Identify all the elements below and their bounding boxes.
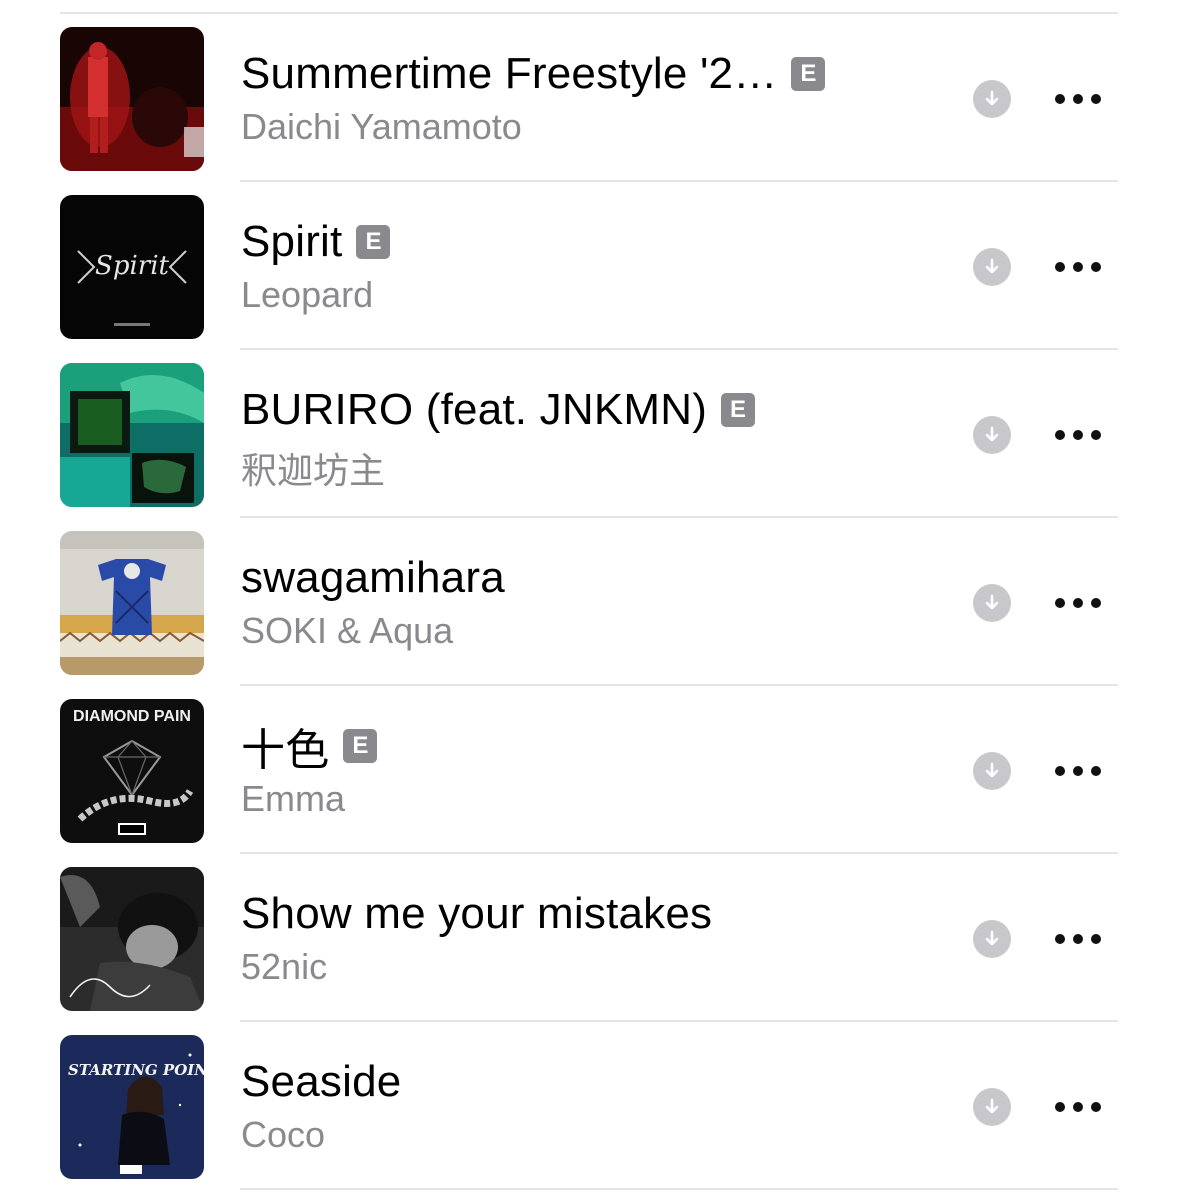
ellipsis-icon (1055, 430, 1101, 440)
track-artist: 52nic (241, 946, 328, 987)
track-title: Show me your mistakes (241, 889, 713, 938)
ellipsis-icon (1055, 598, 1101, 608)
album-artwork[interactable]: Spirit (60, 195, 204, 339)
download-button[interactable] (973, 584, 1011, 622)
explicit-badge: E (356, 225, 391, 259)
album-artwork[interactable] (60, 867, 204, 1011)
more-options-button[interactable] (1050, 252, 1106, 282)
download-arrow-icon (985, 594, 999, 610)
ellipsis-icon (1055, 94, 1101, 104)
explicit-badge: E (343, 729, 378, 763)
more-options-button[interactable] (1050, 588, 1106, 618)
ellipsis-icon (1055, 262, 1101, 272)
track-artist: SOKI & Aqua (241, 610, 454, 651)
row-divider (240, 1188, 1118, 1190)
track-list: Summertime Freestyle '2… E Daichi Yamamo… (0, 14, 1178, 1190)
track-title: swagamihara (241, 553, 505, 602)
album-artwork[interactable] (60, 363, 204, 507)
ellipsis-icon (1055, 934, 1101, 944)
download-button[interactable] (973, 416, 1011, 454)
album-artwork[interactable] (60, 27, 204, 171)
more-options-button[interactable] (1050, 1092, 1106, 1122)
track-artist: Daichi Yamamoto (241, 106, 522, 147)
track-title: Seaside (241, 1057, 402, 1106)
track-title: BURIRO (feat. JNKMN) (241, 385, 708, 434)
track-artist: Coco (241, 1114, 326, 1155)
track-title: 十色 (241, 726, 330, 775)
download-button[interactable] (973, 752, 1011, 790)
album-art-text: Spirit (95, 251, 170, 281)
download-arrow-icon (985, 90, 999, 106)
download-button[interactable] (973, 1088, 1011, 1126)
more-options-button[interactable] (1050, 84, 1106, 114)
more-options-button[interactable] (1050, 420, 1106, 450)
track-title: Spirit (241, 217, 343, 266)
more-options-button[interactable] (1050, 756, 1106, 786)
track-row[interactable]: Summertime Freestyle '2… E Daichi Yamamo… (0, 14, 1178, 182)
download-arrow-icon (985, 258, 999, 274)
track-row[interactable]: Show me your mistakes 52nic (0, 854, 1178, 1022)
track-artist: 釈迦坊主 (241, 450, 386, 491)
track-row[interactable]: Spirit Spirit E Leopard (0, 182, 1178, 350)
album-art-text: STARTING POINT (68, 1061, 204, 1079)
track-row[interactable]: swagamihara SOKI & Aqua (0, 518, 1178, 686)
download-arrow-icon (985, 762, 999, 778)
track-artist: Emma (241, 778, 346, 819)
download-arrow-icon (985, 426, 999, 442)
ellipsis-icon (1055, 1102, 1101, 1112)
track-row[interactable]: BURIRO (feat. JNKMN) E 釈迦坊主 (0, 350, 1178, 518)
track-row[interactable]: STARTING POINT Seaside Coco (0, 1022, 1178, 1190)
download-button[interactable] (973, 80, 1011, 118)
track-row[interactable]: DIAMOND PAIN 十色 E Emma (0, 686, 1178, 854)
download-button[interactable] (973, 920, 1011, 958)
explicit-badge: E (721, 393, 756, 427)
album-artwork[interactable]: STARTING POINT (60, 1035, 204, 1179)
download-arrow-icon (985, 1098, 999, 1114)
more-options-button[interactable] (1050, 924, 1106, 954)
download-button[interactable] (973, 248, 1011, 286)
album-art-text: DIAMOND PAIN (73, 708, 191, 725)
album-artwork[interactable] (60, 531, 204, 675)
album-artwork[interactable]: DIAMOND PAIN (60, 699, 204, 843)
download-arrow-icon (985, 930, 999, 946)
explicit-badge: E (791, 57, 826, 91)
track-title: Summertime Freestyle '2… (241, 49, 778, 98)
ellipsis-icon (1055, 766, 1101, 776)
track-artist: Leopard (241, 274, 374, 315)
